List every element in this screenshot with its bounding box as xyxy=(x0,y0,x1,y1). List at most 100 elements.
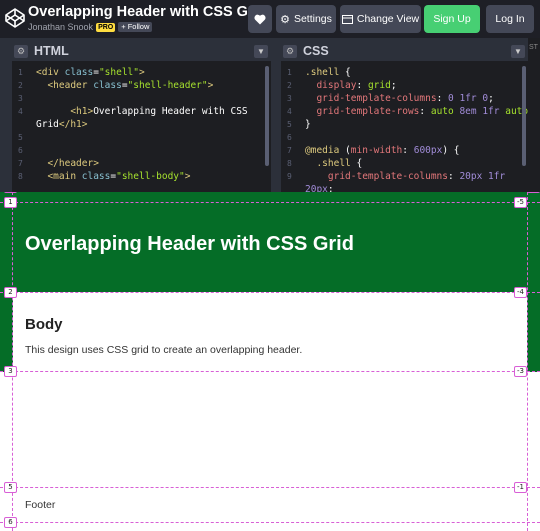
line-number: 7 xyxy=(18,159,23,168)
code-token: <header xyxy=(36,80,94,91)
css-pane-chevron-down-icon[interactable]: ▼ xyxy=(511,45,525,58)
code-token: class xyxy=(93,80,122,91)
code-token: 0 1fr 0 xyxy=(448,93,489,104)
shell-body: Body This design uses CSS grid to create… xyxy=(13,292,527,487)
preview-header-title: Overlapping Header with CSS Grid xyxy=(25,233,354,255)
css-scrollbar[interactable] xyxy=(522,66,526,166)
js-pane-edge[interactable]: ST xyxy=(528,38,540,192)
code-text: grid-template-columns: 0 1fr 0; xyxy=(305,92,494,105)
line-number: 6 xyxy=(287,133,292,142)
line-number: 8 xyxy=(18,172,23,181)
line-number: 4 xyxy=(287,107,292,116)
code-token: class xyxy=(64,67,94,78)
code-text: Grid</h1> xyxy=(36,118,88,131)
html-settings-gear-icon[interactable]: ⚙ xyxy=(14,45,28,58)
line-number: 6 xyxy=(18,146,23,155)
settings-label: Settings xyxy=(293,13,332,25)
html-pane-chevron-down-icon[interactable]: ▼ xyxy=(254,45,268,58)
code-token: { xyxy=(345,67,351,78)
grid-line-row-2 xyxy=(0,292,540,293)
code-text: } xyxy=(305,118,311,131)
code-token: <h1> xyxy=(36,106,94,117)
code-token: grid-template-columns xyxy=(305,93,437,104)
change-view-button[interactable]: Change View xyxy=(340,5,421,33)
code-text: display: grid; xyxy=(305,79,397,92)
grid-badge: -3 xyxy=(514,366,527,377)
css-pane-header: ⚙ CSS ▼ xyxy=(281,42,528,61)
layout-icon xyxy=(341,14,353,24)
html-scrollbar[interactable] xyxy=(265,66,269,166)
grid-line-row-3 xyxy=(0,371,540,372)
code-token: Grid xyxy=(36,119,59,130)
code-token: > xyxy=(207,80,214,91)
code-text: grid-template-columns: 20px 1fr xyxy=(305,170,505,183)
author-row: Jonathan Snook PRO + Follow xyxy=(28,21,153,33)
grid-badge: -1 xyxy=(514,482,527,493)
css-code-editor[interactable]: 1 .shell {2 display: grid; 3 grid-template… xyxy=(281,66,528,192)
code-text: <div class="shell"> xyxy=(36,66,145,79)
code-text: <main class="shell-body"> xyxy=(36,170,190,183)
line-number: 3 xyxy=(18,94,23,103)
topbar: Overlapping Header with CSS Grid Jonatha… xyxy=(0,0,540,38)
css-settings-gear-icon[interactable]: ⚙ xyxy=(283,45,297,58)
code-token: grid-template-columns xyxy=(305,171,448,182)
follow-button[interactable]: + Follow xyxy=(118,22,153,32)
code-token: 8em 1fr xyxy=(459,106,500,117)
grid-badge: 2 xyxy=(4,192,17,193)
code-token: } xyxy=(305,119,311,130)
pen-title[interactable]: Overlapping Header with CSS Grid xyxy=(28,4,267,20)
code-text: @media (min-width: 600px) { xyxy=(305,144,460,157)
signup-button[interactable]: Sign Up xyxy=(424,5,480,33)
code-text: <h1>Overlapping Header with CSS xyxy=(36,105,247,118)
code-token: > xyxy=(139,67,145,78)
code-token: "shell" xyxy=(98,67,139,78)
code-token: @media xyxy=(305,145,346,156)
code-token: > xyxy=(184,171,191,182)
heart-icon xyxy=(254,14,266,24)
html-code-editor[interactable]: 1 <div class="shell"> 2 <header class="she… xyxy=(12,66,271,192)
body-text: This design uses CSS grid to create an o… xyxy=(25,344,303,356)
code-token: </header> xyxy=(36,158,99,169)
grid-badge: 2 xyxy=(4,287,17,298)
editor-area: ⚙ HTML ▼ 1 <div class="shell"> 2 <header c… xyxy=(0,38,540,192)
grid-line-row-5 xyxy=(0,522,540,523)
code-text: .shell { xyxy=(305,66,351,79)
grid-badge: 3 xyxy=(4,366,17,377)
settings-button[interactable]: ⚙ Settings xyxy=(276,5,336,33)
code-token: ; xyxy=(488,93,494,104)
line-number: 3 xyxy=(287,94,292,103)
line-number: 1 xyxy=(18,68,23,77)
html-pane-header: ⚙ HTML ▼ xyxy=(12,42,271,61)
code-token: ; xyxy=(390,80,397,91)
preview-pane: Overlapping Header with CSS Grid Body Th… xyxy=(0,192,540,531)
heart-button[interactable] xyxy=(248,5,272,33)
author-name[interactable]: Jonathan Snook xyxy=(28,22,93,32)
grid-badge: -5 xyxy=(514,197,527,208)
line-number: 2 xyxy=(18,81,23,90)
code-token: : xyxy=(356,80,368,91)
css-pane-title: CSS xyxy=(303,44,329,58)
footer-text: Footer xyxy=(25,499,56,511)
gear-icon: ⚙ xyxy=(280,13,290,26)
pro-badge: PRO xyxy=(96,22,116,32)
code-token: .shell xyxy=(305,158,357,169)
body-heading: Body xyxy=(25,316,63,333)
code-token: display xyxy=(305,80,357,91)
css-editor-pane: ⚙ CSS ▼ 1 .shell {2 display: grid; 3 grid-… xyxy=(281,42,528,192)
code-token: { xyxy=(356,158,363,169)
code-token: 20px xyxy=(305,184,328,192)
codepen-logo-icon[interactable] xyxy=(4,7,26,29)
code-text: grid-template-rows: auto 8em 1fr auto; xyxy=(305,105,528,118)
login-button[interactable]: Log In xyxy=(486,5,534,33)
code-token: </h1> xyxy=(58,119,88,130)
line-number: 9 xyxy=(287,172,292,181)
grid-badge: 6 xyxy=(4,517,17,528)
grid-badge: -4 xyxy=(514,287,527,298)
line-number: 7 xyxy=(287,146,292,155)
code-token: : xyxy=(402,145,414,156)
grid-line-col-2 xyxy=(527,192,528,531)
grid-line-row-4 xyxy=(0,487,540,488)
side-label: ST xyxy=(529,44,538,51)
code-token: "shell-header" xyxy=(127,80,208,91)
code-token: grid-template-rows xyxy=(305,106,420,117)
